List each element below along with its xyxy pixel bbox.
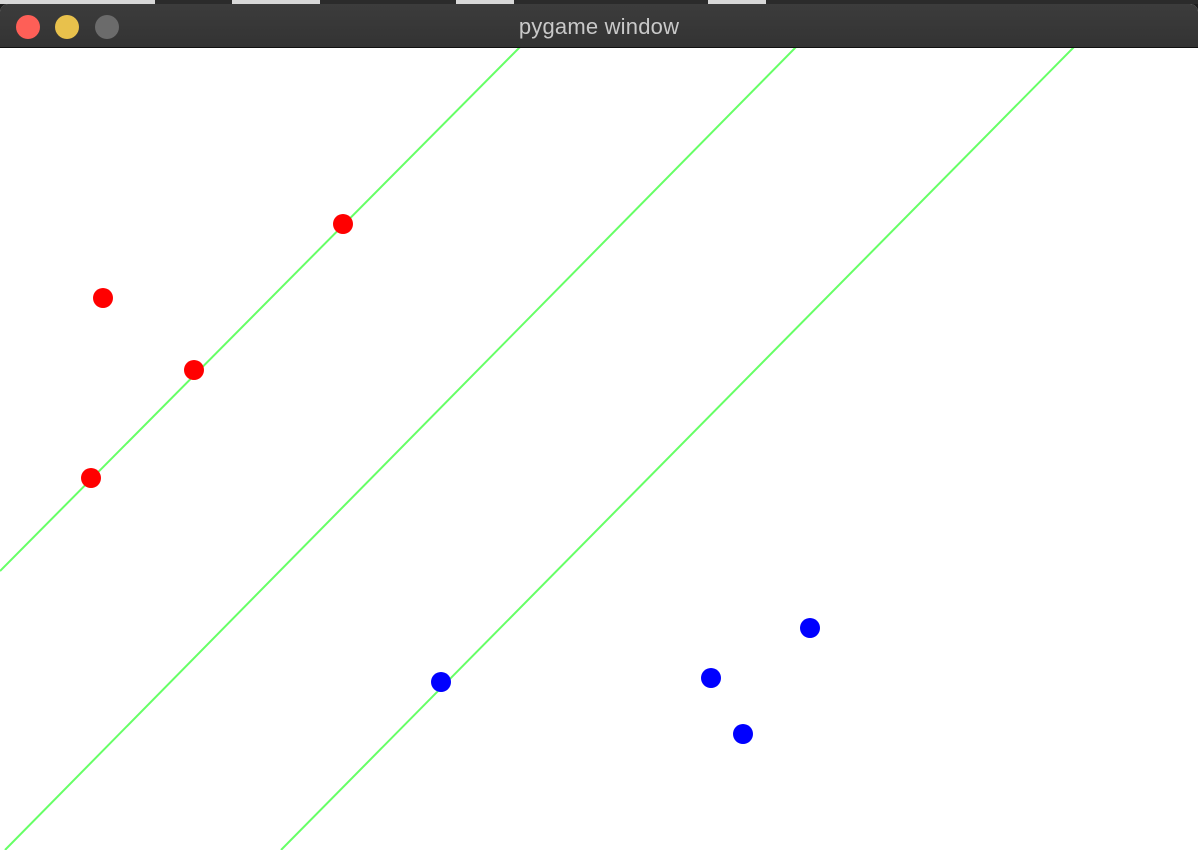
blue-point [701,668,721,688]
red-point [81,468,101,488]
red-point [333,214,353,234]
blue-point [431,672,451,692]
red-point [93,288,113,308]
window-title: pygame window [518,14,680,39]
blue-point [733,724,753,744]
red-point [184,360,204,380]
game-canvas[interactable] [0,48,1198,850]
title-bar[interactable]: pygame window [0,4,1198,48]
pygame-window: pygame window [0,4,1198,850]
upper-margin-line [0,48,521,572]
blue-point [800,618,820,638]
scene-drawing [0,48,1075,850]
